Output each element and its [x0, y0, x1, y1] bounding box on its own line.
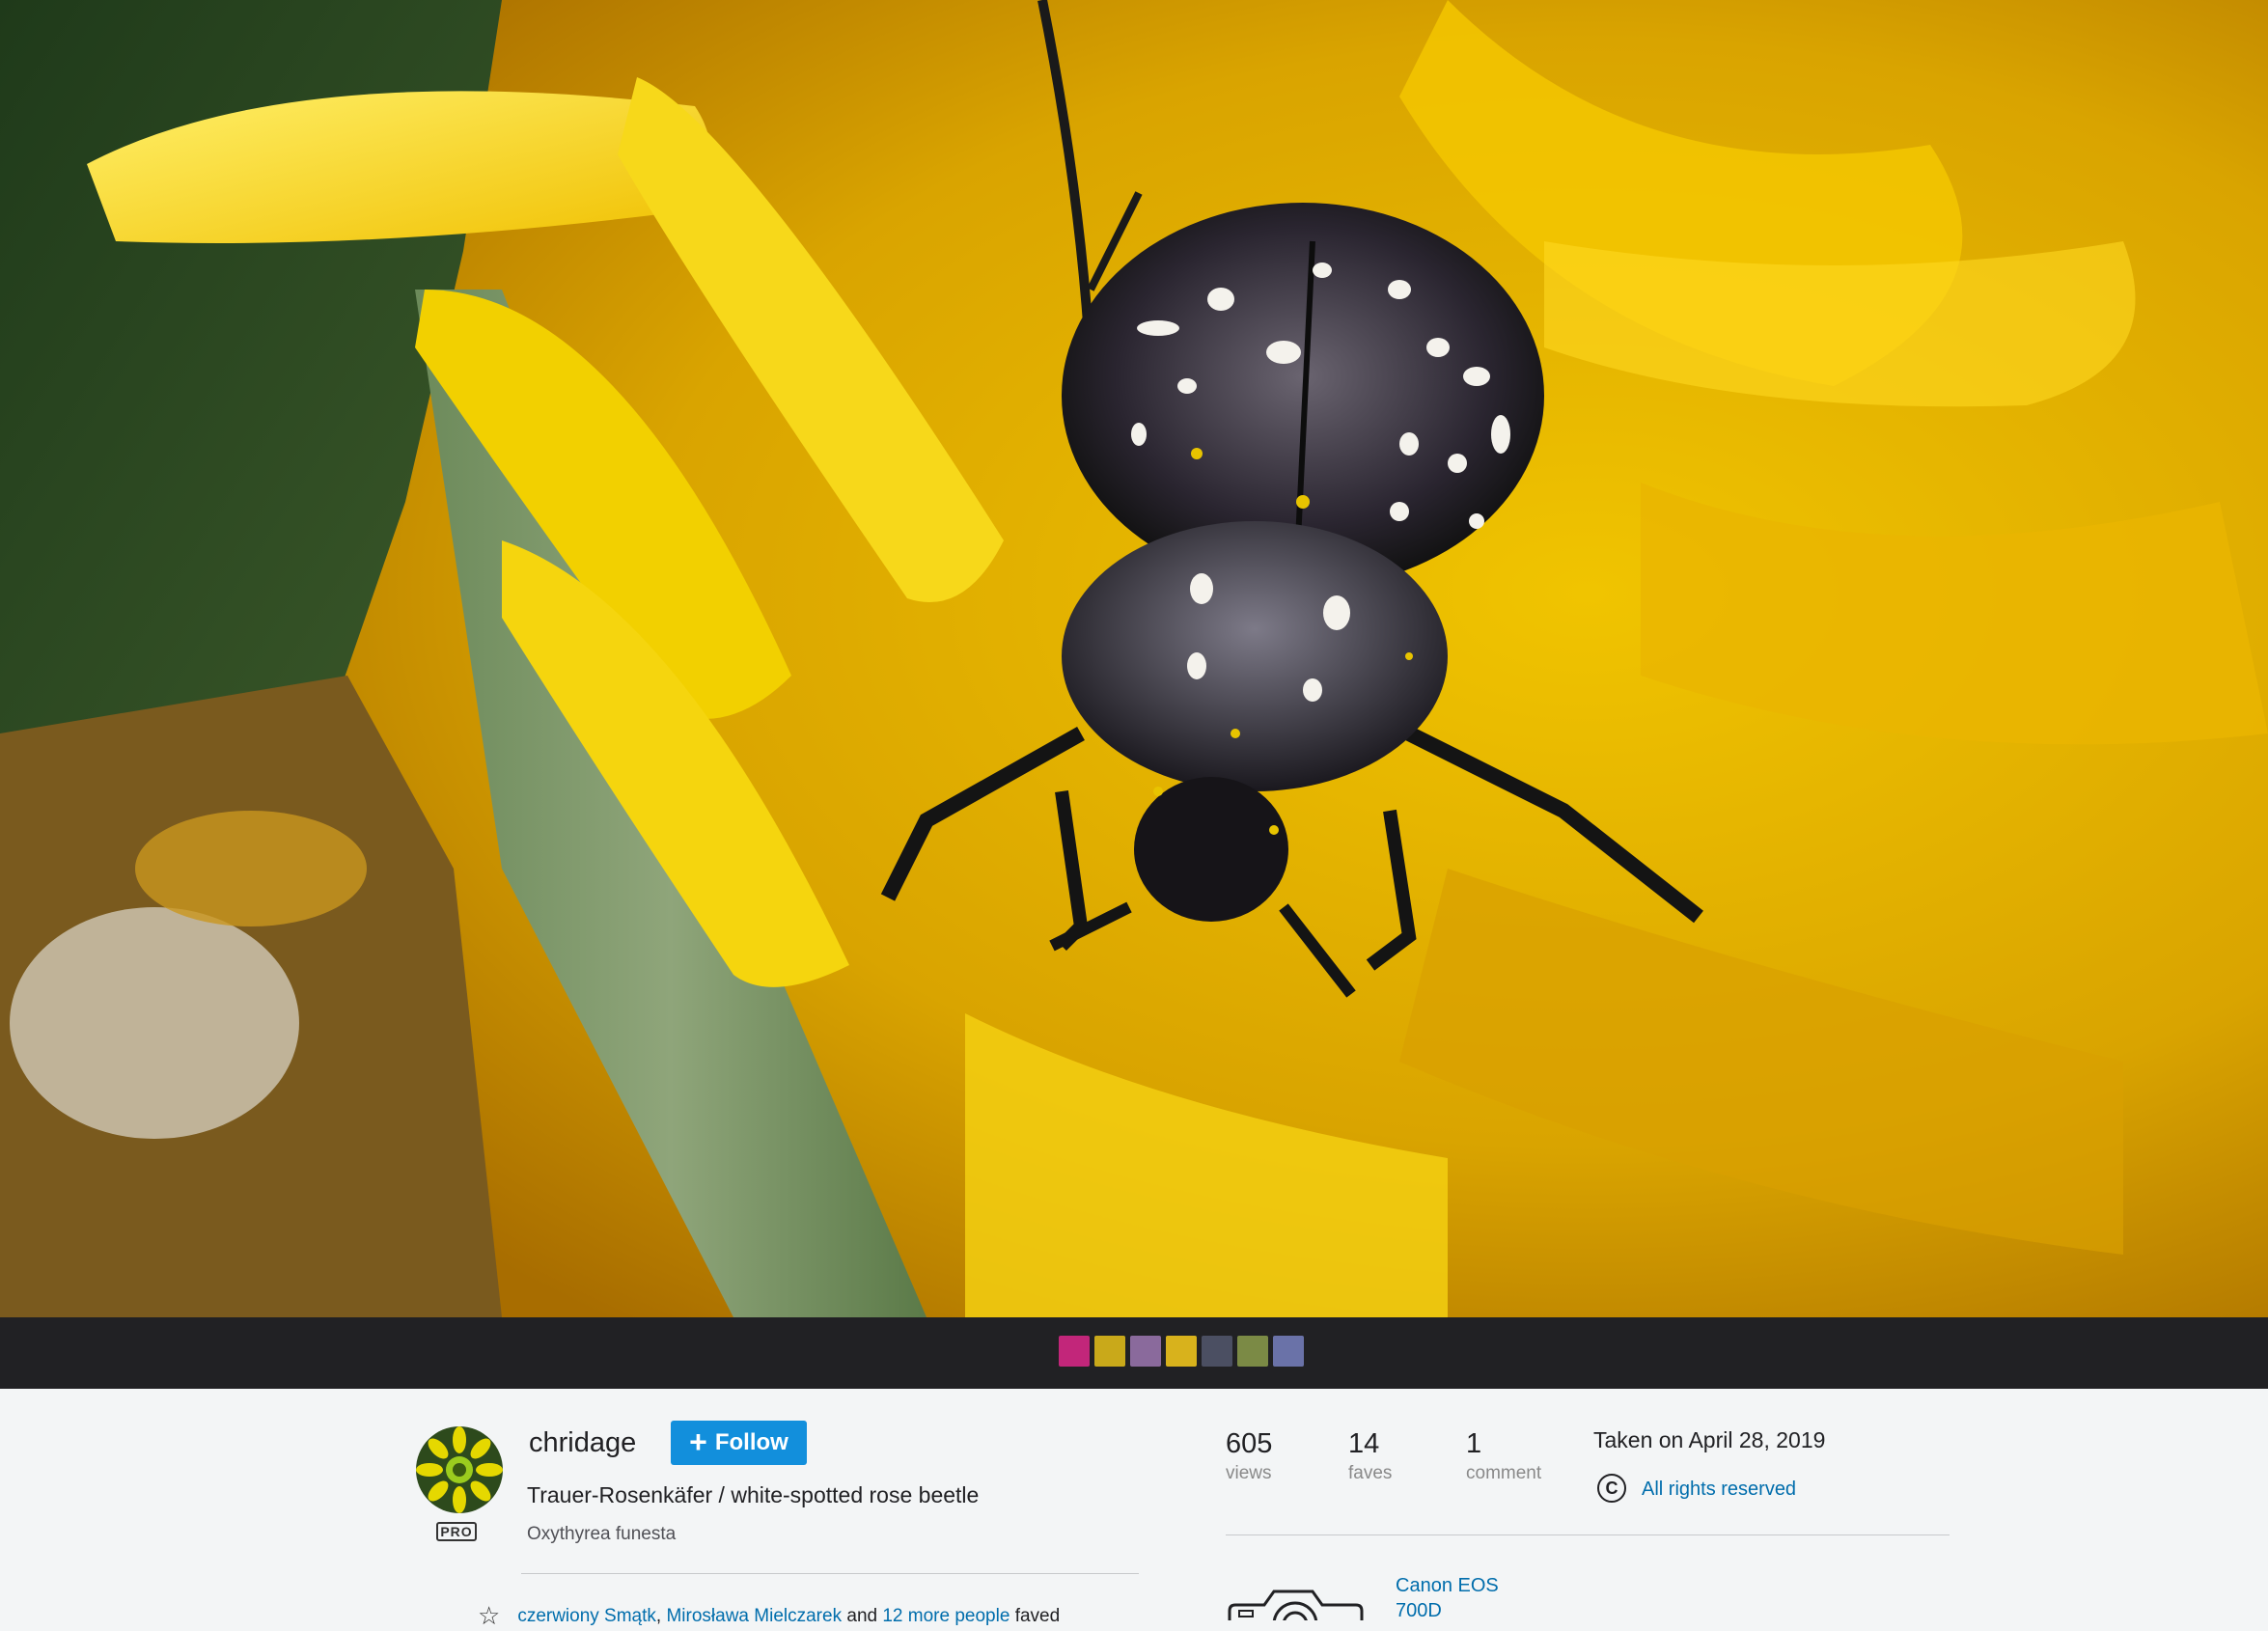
divider	[1226, 1534, 1950, 1535]
avatar-image	[416, 1426, 503, 1513]
comments-label: comment	[1466, 1463, 1542, 1483]
follow-button-label: Follow	[714, 1429, 788, 1455]
filmstrip-thumb-7[interactable]	[1273, 1336, 1304, 1367]
divider	[521, 1573, 1139, 1574]
pro-badge: PRO	[436, 1522, 477, 1541]
photo-description: Oxythyrea funesta	[527, 1524, 677, 1544]
photostream-filmstrip	[0, 1317, 2268, 1389]
views-label: views	[1226, 1463, 1272, 1483]
filmstrip-thumb-2[interactable]	[1094, 1336, 1125, 1367]
date-taken: Taken on April 28, 2019	[1593, 1427, 1826, 1452]
owner-avatar[interactable]	[416, 1426, 503, 1513]
filmstrip-thumbnails	[1059, 1336, 1304, 1367]
faves-stat[interactable]: 14 faves	[1348, 1428, 1392, 1484]
faves-count: 14	[1348, 1428, 1380, 1459]
comments-stat[interactable]: 1 comment	[1466, 1428, 1541, 1484]
faved-by-suffix: faved	[1014, 1605, 1061, 1626]
beetle-photo-image	[0, 0, 2268, 1317]
photo-info-panel: PRO chridage + Follow Trauer-Rosenkäfer …	[0, 1389, 2268, 1630]
views-stat: 605 views	[1226, 1428, 1272, 1484]
camera-icon	[1226, 1582, 1366, 1620]
filmstrip-thumb-3[interactable]	[1130, 1336, 1161, 1367]
star-icon[interactable]: ☆	[478, 1601, 500, 1631]
owner-username[interactable]: chridage	[529, 1427, 636, 1459]
faved-by-person-1-link[interactable]: czerwiony Smątk	[517, 1606, 656, 1627]
copyright-icon: C	[1597, 1474, 1626, 1503]
license-link[interactable]: All rights reserved	[1642, 1479, 1796, 1501]
plus-icon: +	[689, 1424, 707, 1459]
main-photo[interactable]	[0, 0, 2268, 1317]
photo-title: Trauer-Rosenkäfer / white-spotted rose b…	[527, 1482, 980, 1507]
comments-count: 1	[1466, 1428, 1482, 1459]
filmstrip-thumb-1[interactable]	[1059, 1336, 1090, 1367]
faved-by-and: and	[846, 1605, 878, 1626]
faved-by-separator: ,	[655, 1605, 662, 1626]
filmstrip-thumb-6[interactable]	[1237, 1336, 1268, 1367]
faved-by-row: ☆ czerwiony Smątk, Mirosława Mielczarek …	[478, 1601, 1060, 1631]
faved-by-person-2-link[interactable]: Mirosława Mielczarek	[666, 1606, 842, 1627]
faves-label: faves	[1348, 1463, 1393, 1483]
camera-model-link[interactable]: Canon EOS 700D	[1396, 1573, 1511, 1623]
filmstrip-thumb-4[interactable]	[1166, 1336, 1197, 1367]
follow-button[interactable]: + Follow	[671, 1421, 807, 1465]
faved-by-more-link[interactable]: 12 more people	[882, 1606, 1010, 1627]
views-count: 605	[1226, 1428, 1273, 1459]
filmstrip-thumb-5[interactable]	[1202, 1336, 1232, 1367]
